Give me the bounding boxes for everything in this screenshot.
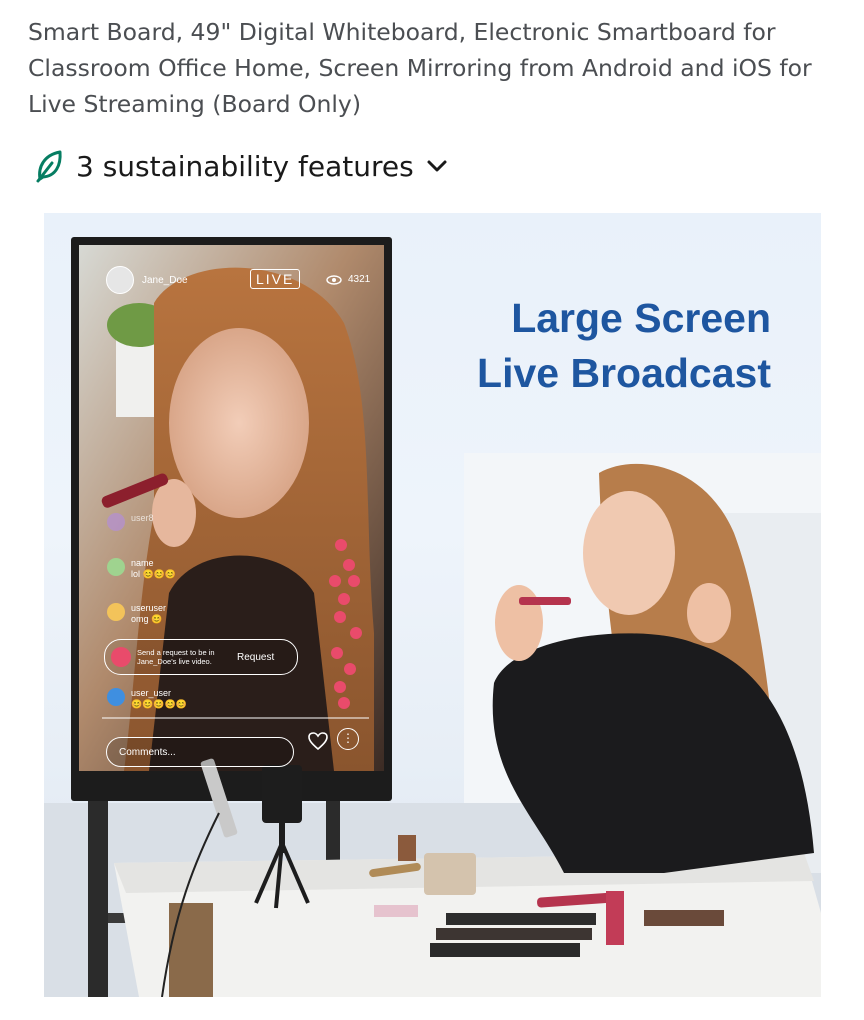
heart-icon[interactable] — [307, 730, 329, 752]
request-text: Send a request to be in Jane_Doe's live … — [137, 648, 215, 666]
stream-user: Jane_Doe — [106, 266, 188, 294]
headline-line-2: Live Broadcast — [477, 350, 771, 396]
sustainability-features-toggle[interactable]: 3 sustainability features — [34, 144, 450, 188]
stream-username: Jane_Doe — [142, 274, 188, 286]
join-request-banner: Send a request to be in Jane_Doe's live … — [104, 639, 298, 675]
sustainability-features-label: 3 sustainability features — [76, 149, 414, 183]
stream-comment: name lol 😊😊😊 — [107, 558, 176, 580]
headline-line-1: Large Screen — [511, 295, 771, 341]
avatar — [107, 513, 125, 531]
comment-text: lol 😊😊😊 — [131, 569, 177, 579]
eye-icon — [326, 274, 342, 285]
viewer-count: 4321 — [326, 274, 370, 285]
comment-input[interactable]: Comments... — [106, 737, 294, 767]
stream-comment: user8 — [107, 513, 154, 531]
request-icon — [111, 647, 131, 667]
live-badge: LIVE — [250, 269, 301, 289]
product-title: Smart Board, 49" Digital Whiteboard, Ele… — [28, 18, 812, 118]
comment-user: useruser — [131, 603, 167, 613]
avatar — [107, 688, 125, 706]
avatar — [106, 266, 134, 294]
viewer-count-value: 4321 — [348, 274, 371, 285]
comment-user: user_user — [131, 688, 172, 698]
request-button[interactable]: Request — [237, 652, 274, 663]
stream-comment: user_user 😊😊😊😊😊 — [107, 688, 187, 710]
comment-user: name — [131, 558, 154, 568]
comment-text: omg 😊 — [131, 614, 163, 624]
chevron-down-icon — [427, 160, 447, 172]
leaf-icon — [36, 150, 62, 183]
comment-text: 😊😊😊😊😊 — [131, 699, 188, 709]
comment-user: user8 — [131, 513, 154, 523]
product-hero-image[interactable]: Large Screen Live Broadcast Jane_Doe LIV… — [44, 213, 821, 997]
avatar — [107, 558, 125, 576]
hero-headline: Large Screen Live Broadcast — [477, 291, 771, 401]
avatar — [107, 603, 125, 621]
stream-comment: useruser omg 😊 — [107, 603, 166, 625]
more-options-icon[interactable]: ⋮ — [337, 728, 359, 750]
